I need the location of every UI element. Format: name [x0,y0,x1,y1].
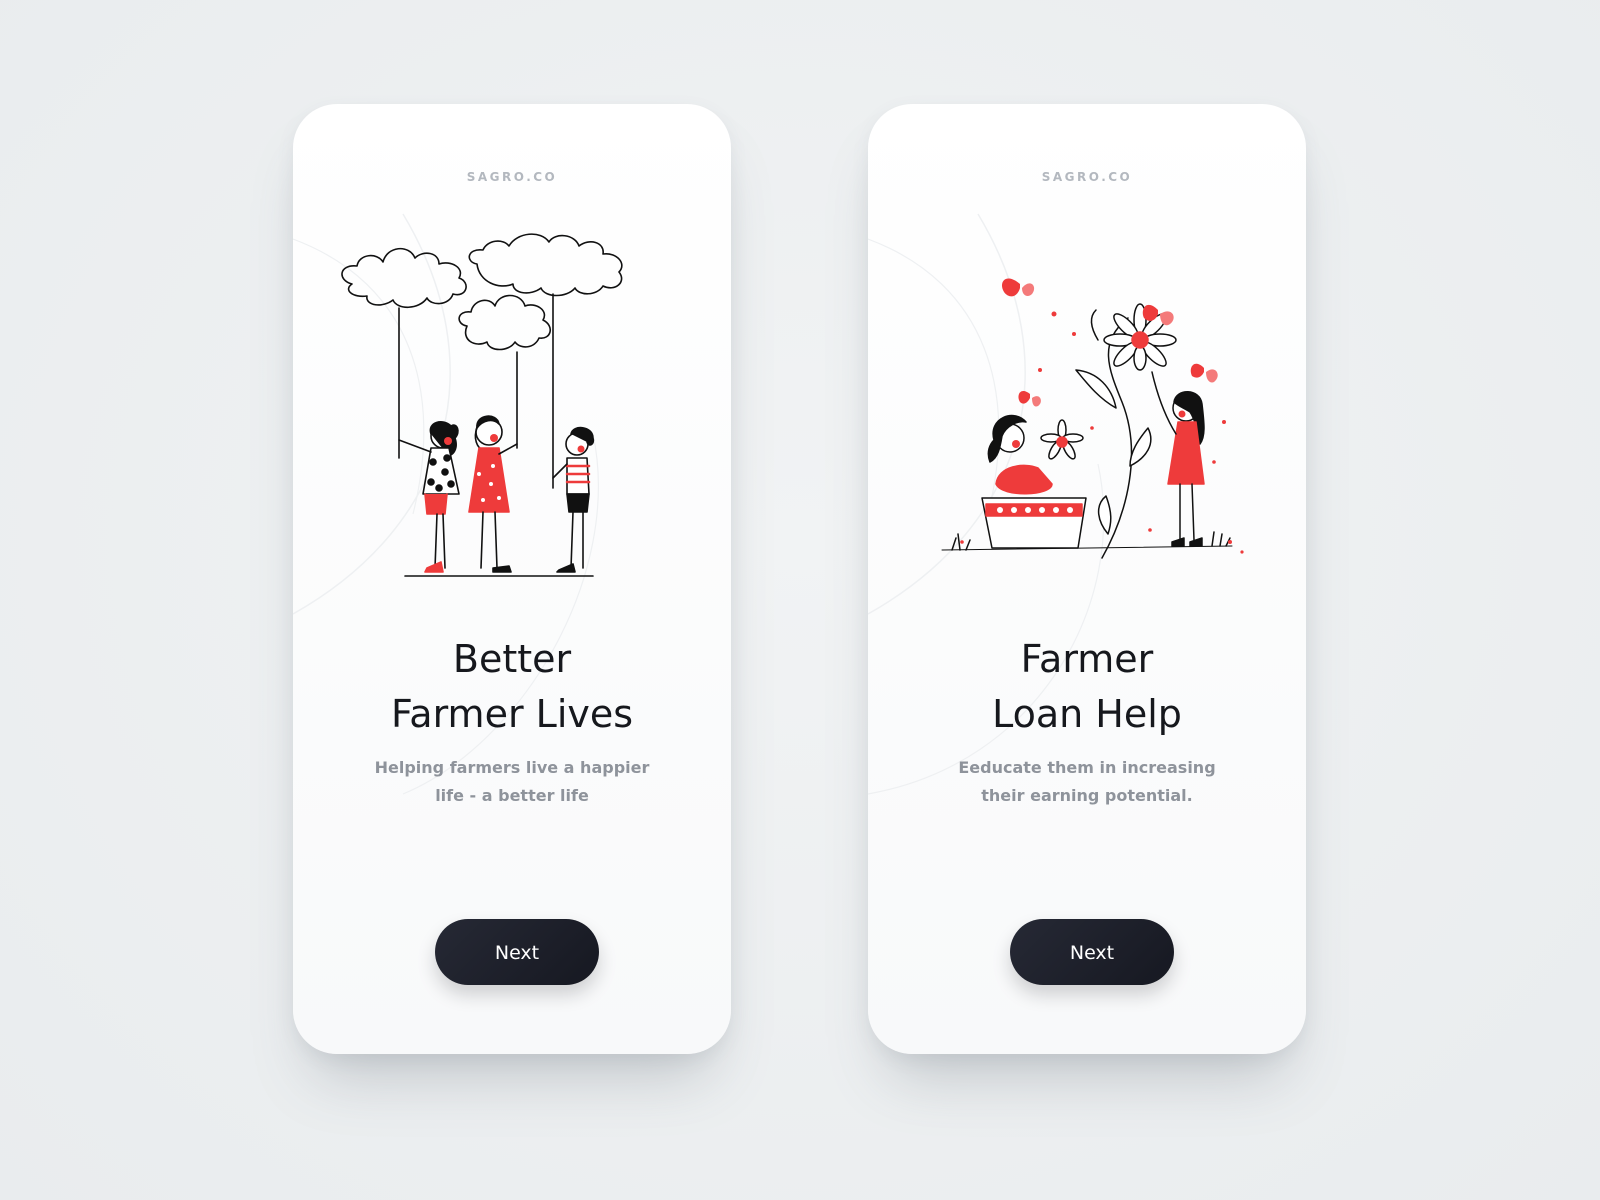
next-button[interactable]: Next [1010,919,1174,985]
onboarding-card-1: SAGRO.CO Better Farmer Lives Helping far… [293,104,731,1054]
next-button[interactable]: Next [435,919,599,985]
title-line-2: Farmer Lives [390,692,634,736]
brand-label: SAGRO.CO [1041,170,1133,184]
onboarding-subtitle: Helping farmers live a happier life - a … [374,758,650,805]
title-line-1: Better [452,637,572,681]
onboarding-subtitle: Eeducate them in increasing their earnin… [958,758,1216,805]
onboarding-title: Farmer Loan Help [868,632,1306,742]
title-line-2: Loan Help [992,692,1182,736]
children-with-cloud-balloons-illustration [341,233,623,577]
girls-with-flowers-illustration [941,278,1244,559]
onboarding-title: Better Farmer Lives [293,632,731,742]
brand-label: SAGRO.CO [466,170,558,184]
onboarding-card-2: SAGRO.CO Farmer Loan Help Eeducate them … [868,104,1306,1054]
title-line-1: Farmer [1020,637,1154,681]
